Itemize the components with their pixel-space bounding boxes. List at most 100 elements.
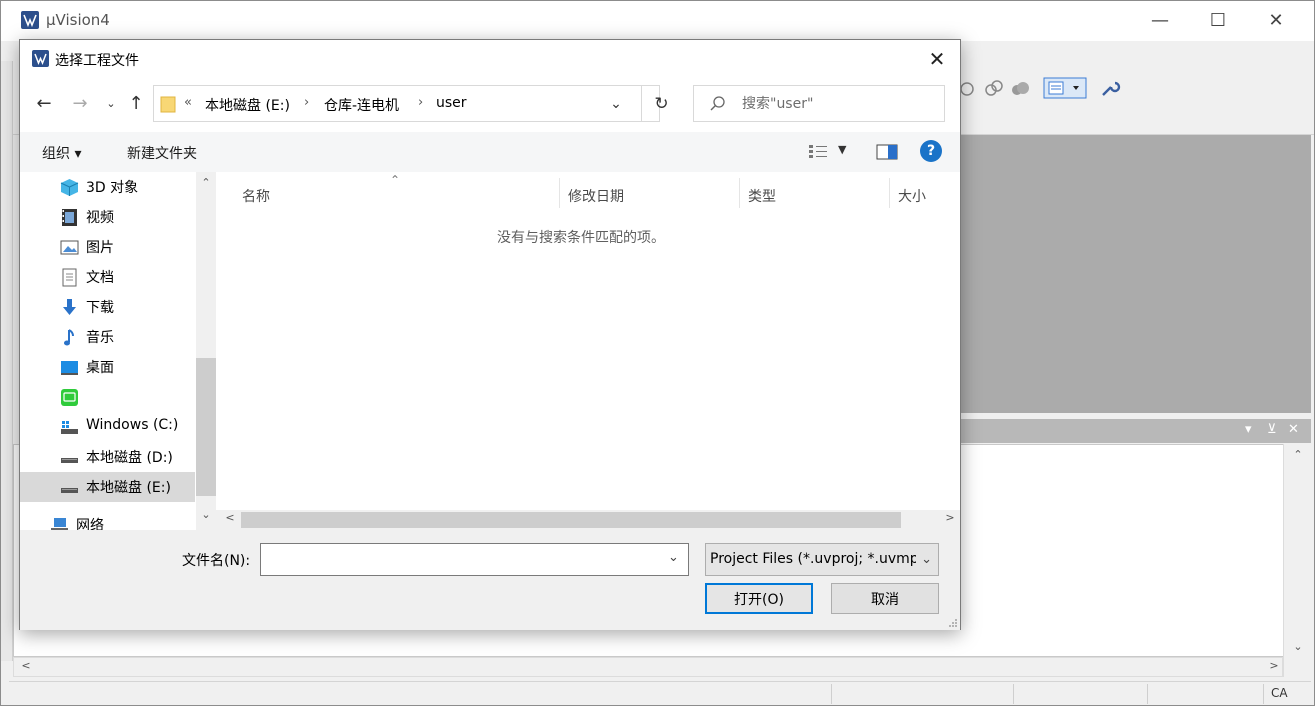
- forward-arrow-icon[interactable]: →: [67, 90, 93, 116]
- preview-pane-icon[interactable]: [876, 144, 898, 160]
- column-header-date-modified[interactable]: 修改日期: [560, 178, 740, 208]
- toolbar-wrench-icon[interactable]: [1099, 77, 1121, 99]
- refresh-icon[interactable]: ↻: [641, 86, 681, 121]
- nav-pane-scroll-thumb[interactable]: [196, 358, 216, 496]
- minimize-icon[interactable]: —: [1131, 1, 1189, 39]
- output-panel-header: ▾ ⊻ ✕: [961, 419, 1311, 443]
- scroll-up-icon[interactable]: ⌃: [1288, 448, 1308, 461]
- status-separator: [831, 684, 832, 704]
- nav-item-label: 图片: [86, 240, 114, 256]
- organize-button[interactable]: 组织 ▾: [42, 143, 81, 163]
- scroll-down-icon[interactable]: ⌄: [196, 508, 216, 521]
- status-caps-indicator: CA: [1271, 686, 1288, 700]
- breadcrumb-item[interactable]: user: [436, 95, 467, 111]
- panel-menu-icon[interactable]: ▾: [1245, 422, 1252, 437]
- file-list[interactable]: ⌃ 名称 修改日期 类型 大小 没有与搜索条件匹配的项。: [216, 172, 960, 530]
- chevron-down-icon[interactable]: ⌄: [606, 94, 626, 114]
- toolbar-circle-icon[interactable]: [959, 77, 981, 99]
- desktop-icon: [61, 361, 78, 375]
- video-icon: [62, 209, 77, 226]
- scroll-left-icon[interactable]: <: [16, 659, 36, 672]
- nav-item-label: 3D 对象: [86, 180, 139, 196]
- main-window-title: µVision4: [46, 11, 110, 29]
- filename-label: 文件名(N):: [182, 553, 251, 569]
- scroll-up-icon[interactable]: ⌃: [196, 176, 216, 189]
- command-bar: 组织 ▾ 新建文件夹 ▼ ?: [20, 132, 960, 172]
- new-folder-button[interactable]: 新建文件夹: [127, 143, 197, 163]
- search-input[interactable]: [742, 93, 932, 115]
- nav-item-pictures[interactable]: 图片: [20, 232, 195, 262]
- maximize-icon[interactable]: ☐: [1189, 1, 1247, 39]
- nav-item-app-shortcut[interactable]: [20, 382, 195, 412]
- breadcrumb-item[interactable]: 本地磁盘 (E:): [205, 95, 290, 115]
- nav-item-label: 本地磁盘 (D:): [86, 450, 173, 466]
- nav-item-desktop[interactable]: 桌面: [20, 352, 195, 382]
- panel-pin-icon[interactable]: ⊻: [1267, 422, 1277, 437]
- pictures-icon: [60, 240, 79, 255]
- search-box[interactable]: [693, 85, 945, 122]
- resize-grip-icon[interactable]: [948, 618, 958, 628]
- chevron-down-icon: ⌄: [921, 552, 932, 567]
- scroll-left-icon[interactable]: <: [220, 511, 240, 524]
- back-arrow-icon[interactable]: ←: [31, 90, 57, 116]
- nav-item-videos[interactable]: 视频: [20, 202, 195, 232]
- cancel-button[interactable]: 取消: [831, 583, 939, 614]
- main-titlebar: µVision4 — ☐ ✕: [1, 1, 1314, 41]
- nav-item-downloads[interactable]: 下载: [20, 292, 195, 322]
- toolbar-window-dropdown-icon[interactable]: [1043, 77, 1087, 99]
- breadcrumb-overflow[interactable]: «: [184, 95, 192, 110]
- view-dropdown-icon[interactable]: ▼: [838, 143, 846, 156]
- status-separator: [1263, 684, 1264, 704]
- nav-item-drive-e[interactable]: 本地磁盘 (E:): [20, 472, 195, 502]
- drive-icon: [61, 458, 78, 463]
- toolbar-cloud-icon[interactable]: [1009, 77, 1031, 99]
- up-arrow-icon[interactable]: ↑: [123, 90, 149, 116]
- output-horizontal-scrollbar[interactable]: < >: [13, 657, 1283, 677]
- column-header-type[interactable]: 类型: [740, 178, 890, 208]
- help-icon[interactable]: ?: [920, 140, 942, 162]
- app-shortcut-icon: [61, 389, 78, 406]
- nav-item-label: 本地磁盘 (E:): [86, 480, 171, 496]
- nav-item-label: 下载: [86, 300, 114, 316]
- nav-item-label: 桌面: [86, 360, 114, 376]
- file-list-scroll-thumb[interactable]: [241, 512, 901, 528]
- filetype-select[interactable]: Project Files (*.uvproj; *.uvmp ⌄: [705, 543, 939, 576]
- scroll-down-icon[interactable]: ⌄: [1288, 640, 1308, 653]
- column-header-name[interactable]: 名称: [234, 178, 560, 208]
- nav-item-documents[interactable]: 文档: [20, 262, 195, 292]
- recent-locations-chevron-icon[interactable]: ⌄: [98, 90, 124, 116]
- nav-item-windows-drive[interactable]: Windows (C:): [20, 412, 195, 442]
- open-button[interactable]: 打开(O): [705, 583, 813, 614]
- chevron-right-icon[interactable]: ›: [304, 95, 309, 110]
- chevron-right-icon[interactable]: ›: [418, 95, 423, 110]
- nav-item-label: 音乐: [86, 330, 114, 346]
- output-vertical-scrollbar[interactable]: ⌃ ⌄: [1283, 444, 1311, 677]
- nav-item-3d-objects[interactable]: 3D 对象: [20, 172, 195, 202]
- nav-item-label: 视频: [86, 210, 114, 226]
- uvision-app-icon: [21, 11, 39, 29]
- panel-close-icon[interactable]: ✕: [1288, 422, 1299, 437]
- nav-item-network[interactable]: 网络: [20, 510, 185, 530]
- file-list-horizontal-scrollbar[interactable]: < >: [216, 510, 960, 530]
- address-bar[interactable]: « 本地磁盘 (E:) › 仓库-连电机 › user ⌄ ↻: [153, 85, 669, 122]
- 3d-objects-icon: [60, 179, 79, 196]
- scroll-right-icon[interactable]: >: [1264, 659, 1284, 672]
- view-options-icon[interactable]: [808, 143, 828, 161]
- open-project-dialog: 选择工程文件 ✕ ← → ⌄ ↑ « 本地磁盘 (E:) › 仓库-连电机 › …: [19, 39, 961, 630]
- folder-icon: [160, 96, 176, 113]
- close-icon[interactable]: ✕: [1247, 1, 1305, 39]
- dialog-close-icon[interactable]: ✕: [914, 40, 960, 78]
- network-icon: [51, 518, 68, 530]
- dialog-title: 选择工程文件: [55, 53, 139, 69]
- nav-item-music[interactable]: 音乐: [20, 322, 195, 352]
- toolbar-link-icon[interactable]: [983, 77, 1005, 99]
- downloads-icon: [63, 299, 76, 315]
- nav-item-drive-d[interactable]: 本地磁盘 (D:): [20, 442, 195, 472]
- filetype-selected-value: Project Files (*.uvproj; *.uvmp: [710, 551, 916, 567]
- chevron-down-icon[interactable]: ⌄: [668, 550, 679, 565]
- breadcrumb-item[interactable]: 仓库-连电机: [324, 95, 399, 115]
- filename-input[interactable]: [260, 543, 689, 576]
- column-header-size[interactable]: 大小: [890, 178, 950, 208]
- scroll-right-icon[interactable]: >: [940, 511, 960, 524]
- nav-item-label: 文档: [86, 270, 114, 286]
